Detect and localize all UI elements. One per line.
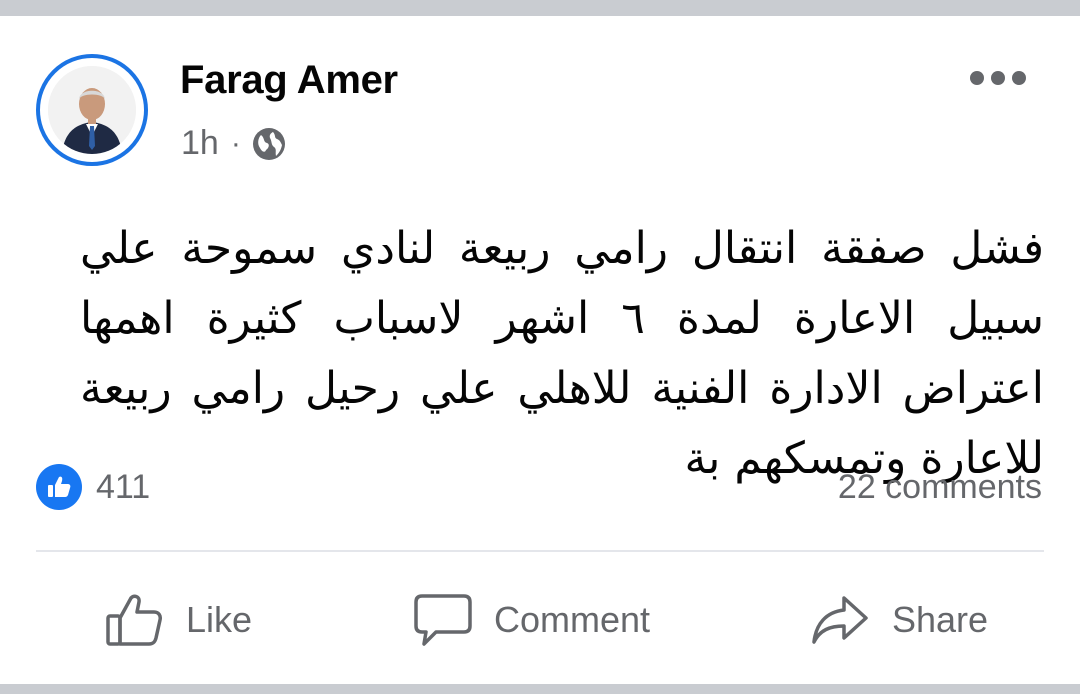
more-dot-icon bbox=[970, 71, 984, 85]
more-dot-icon bbox=[991, 71, 1005, 85]
meta-separator: · bbox=[230, 126, 241, 160]
comments-count[interactable]: 22 comments bbox=[838, 468, 1042, 507]
like-label: Like bbox=[186, 599, 253, 640]
post-card: Farag Amer 1h · فشل صفقة انتقال رامي ربي… bbox=[0, 16, 1080, 684]
reactions-summary[interactable]: 411 bbox=[36, 464, 150, 510]
thumbs-up-icon bbox=[106, 594, 162, 646]
share-label: Share bbox=[892, 599, 989, 640]
globe-icon[interactable] bbox=[251, 126, 287, 162]
reaction-count: 411 bbox=[96, 467, 151, 506]
avatar-image bbox=[48, 66, 136, 154]
post-timestamp[interactable]: 1h bbox=[181, 124, 219, 163]
post-text: فشل صفقة انتقال رامي ربيعة لنادي سموحة ع… bbox=[80, 223, 1044, 484]
like-button[interactable]: Like bbox=[104, 584, 252, 656]
more-dot-icon bbox=[1012, 71, 1026, 85]
post-meta: 1h · bbox=[181, 124, 287, 163]
comment-label: Comment bbox=[494, 599, 651, 640]
share-button[interactable]: Share bbox=[810, 584, 988, 656]
comment-icon bbox=[414, 594, 472, 646]
like-reaction-icon bbox=[36, 464, 82, 510]
author-name[interactable]: Farag Amer bbox=[180, 58, 398, 103]
divider bbox=[36, 550, 1044, 552]
profile-avatar[interactable] bbox=[36, 54, 148, 166]
comment-button[interactable]: Comment bbox=[414, 584, 650, 656]
more-options-button[interactable] bbox=[970, 68, 1026, 88]
share-icon bbox=[812, 596, 868, 644]
